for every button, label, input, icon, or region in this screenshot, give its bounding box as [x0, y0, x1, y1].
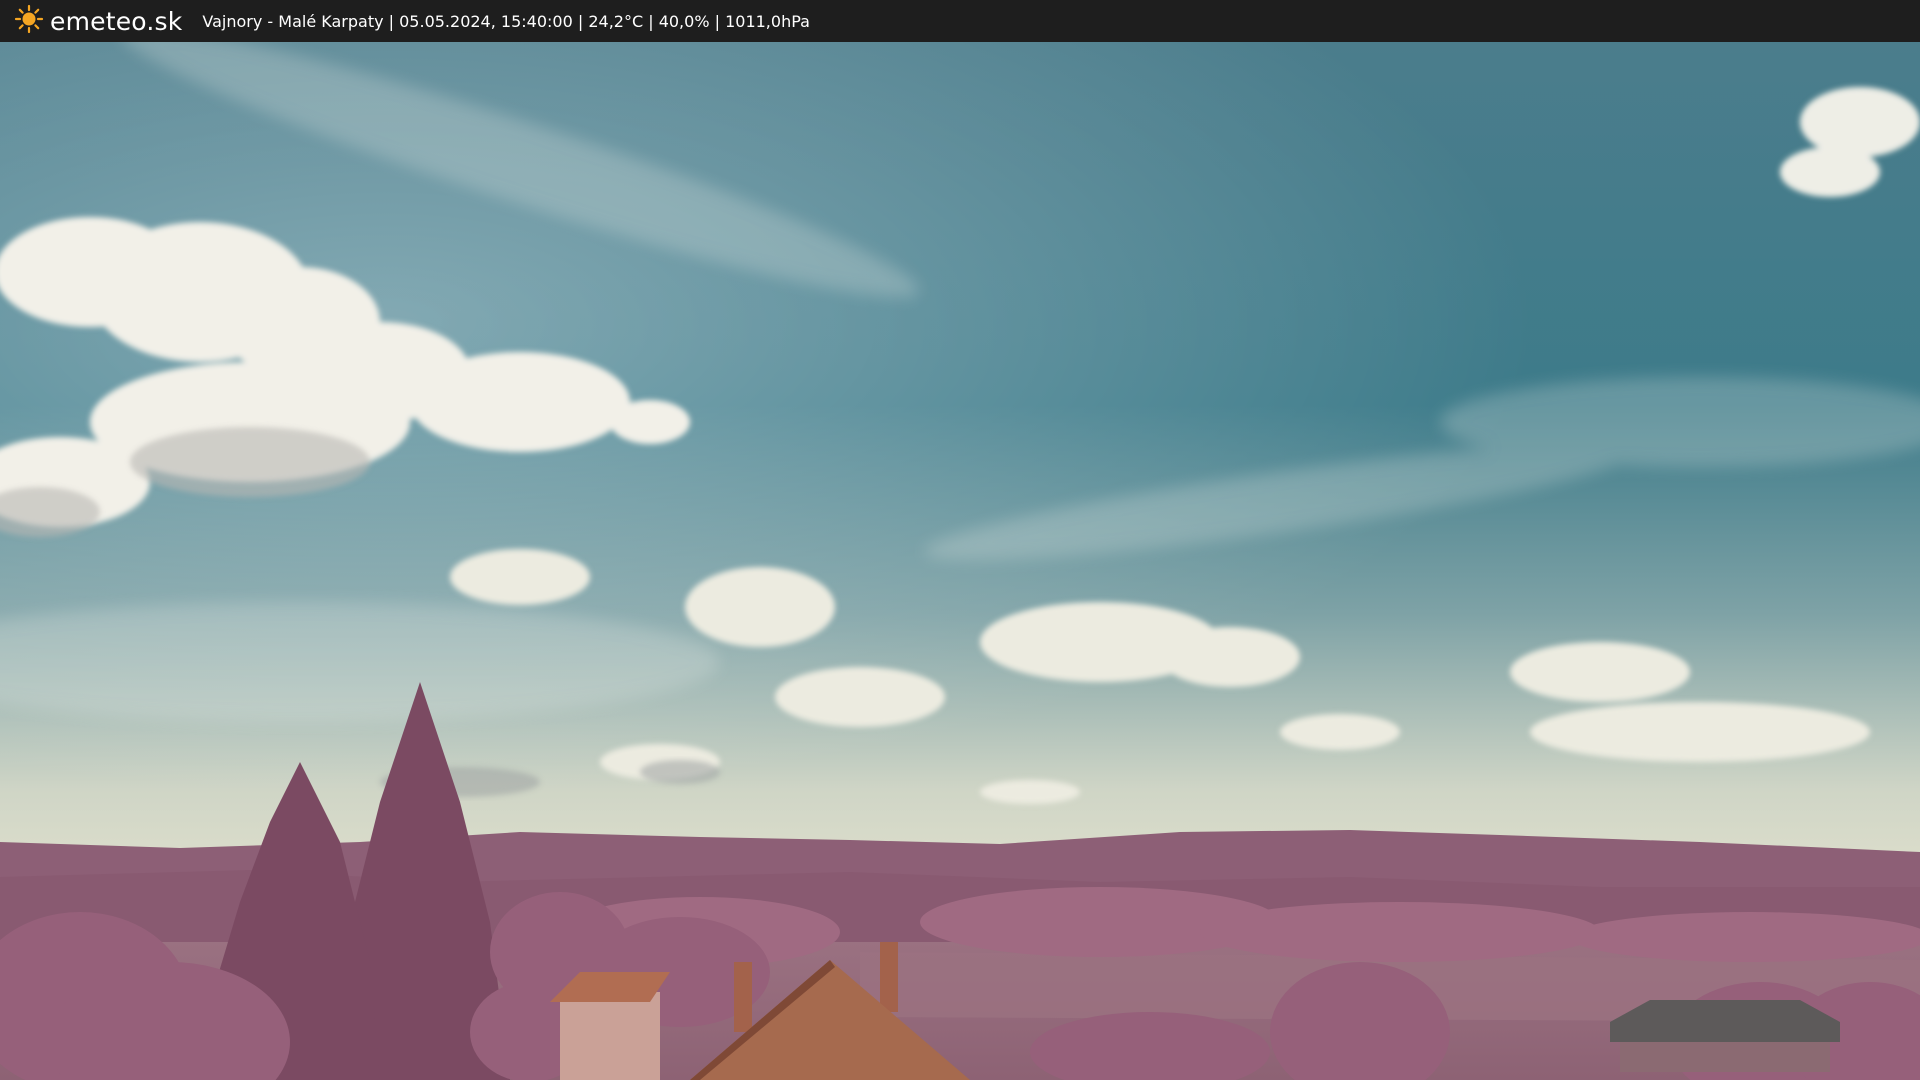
webcam-image [0, 42, 1920, 1080]
station-caption: Vajnory - Malé Karpaty | 05.05.2024, 15:… [202, 11, 810, 31]
logo[interactable]: emeteo.sk [14, 4, 182, 38]
sun-icon [14, 4, 44, 38]
top-bar: emeteo.sk Vajnory - Malé Karpaty | 05.05… [0, 0, 1920, 42]
brand-name: emeteo.sk [50, 6, 183, 36]
